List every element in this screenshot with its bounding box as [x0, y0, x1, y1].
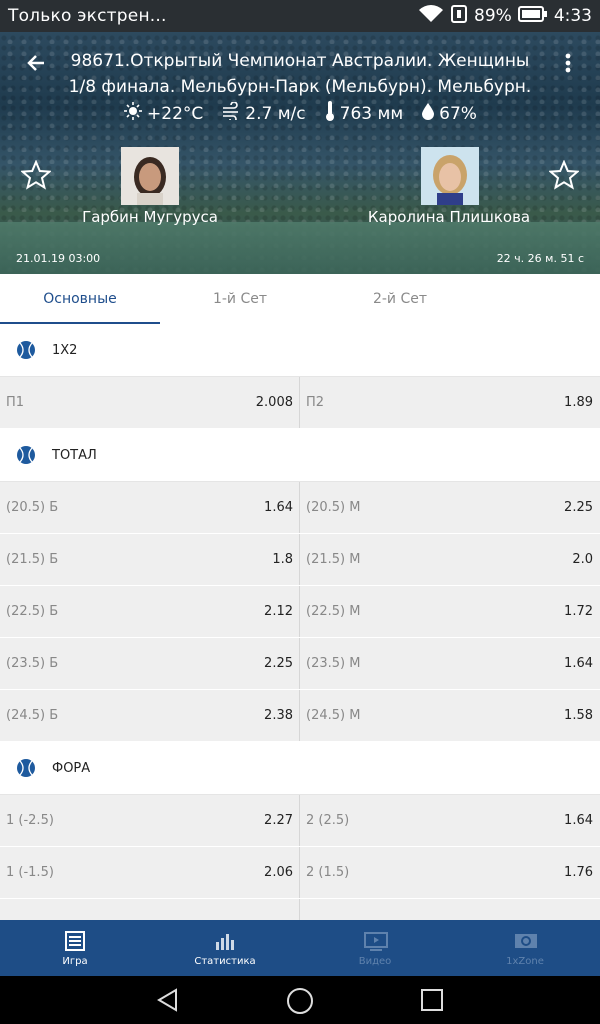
- clock: 4:33: [553, 6, 592, 26]
- odds-cell[interactable]: (23.5) Б 2.25: [0, 638, 300, 689]
- humidity: 67%: [439, 103, 477, 124]
- section-title: ФОРА: [52, 760, 91, 776]
- list-icon: [64, 930, 86, 952]
- tab-set-1[interactable]: 1-й Сет: [160, 274, 320, 324]
- odds-row: 1 (-1.5) 2.06 2 (1.5) 1.76: [0, 847, 600, 899]
- tournament-title: 98671.Открытый Чемпионат Австралии. Женщ…: [70, 51, 530, 71]
- odds-cell[interactable]: (20.5) М 2.25: [300, 482, 599, 533]
- wifi-icon: [418, 4, 444, 29]
- temperature: +22°C: [147, 103, 204, 124]
- odds-row: П1 2.008 П2 1.89: [0, 377, 600, 429]
- favorite-star-icon[interactable]: [547, 159, 581, 190]
- player1-avatar: [121, 147, 179, 205]
- odds-cell[interactable]: 1 (-2.5) 2.27: [0, 795, 300, 846]
- odds-cell[interactable]: (21.5) Б 1.8: [0, 534, 300, 585]
- court-background: [0, 222, 600, 274]
- tennis-ball-icon: [16, 340, 36, 360]
- status-bar: Только экстрен... 89% 4:33: [0, 0, 600, 32]
- odds-cell[interactable]: (23.5) М 1.64: [300, 638, 599, 689]
- pressure: 763 мм: [339, 103, 404, 124]
- section-header[interactable]: ТОТАЛ: [0, 429, 600, 482]
- odds-cell[interactable]: 2 (1.5) 1.76: [300, 847, 599, 898]
- player2-avatar: [421, 147, 479, 205]
- player2-name: Каролина Плишкова: [367, 208, 531, 226]
- bottom-navigation: Игра Статистика Видео 1xZone: [0, 920, 600, 976]
- zone-icon: [514, 930, 537, 952]
- wind-speed: 2.7 м/с: [245, 103, 306, 124]
- tennis-ball-icon: [16, 758, 36, 778]
- odds-row: [0, 899, 600, 920]
- battery-percent: 89%: [474, 6, 512, 26]
- section-header[interactable]: 1X2: [0, 324, 600, 377]
- odds-row: (23.5) Б 2.25 (23.5) М 1.64: [0, 638, 600, 690]
- more-menu-icon[interactable]: [556, 48, 580, 78]
- back-triangle-icon[interactable]: [156, 988, 180, 1016]
- odds-row: (24.5) Б 2.38 (24.5) М 1.58: [0, 690, 600, 742]
- tennis-ball-icon: [16, 445, 36, 465]
- nav-label: Статистика: [194, 955, 256, 967]
- thermometer-icon: [324, 100, 336, 127]
- battery-icon: [517, 5, 548, 28]
- system-navigation-bar: [0, 976, 600, 1024]
- notification-text: Только экстрен...: [8, 6, 167, 26]
- odds-cell[interactable]: [0, 899, 300, 920]
- countdown-timer: 22 ч. 26 м. 51 с: [496, 252, 584, 265]
- match-date: 21.01.19 03:00: [16, 252, 101, 265]
- nav-item-statistics[interactable]: Статистика: [150, 920, 300, 976]
- odds-cell[interactable]: (21.5) М 2.0: [300, 534, 599, 585]
- market-tabs: Основные 1-й Сет 2-й Сет: [0, 274, 600, 325]
- back-arrow-icon[interactable]: [22, 48, 52, 78]
- video-icon: [364, 930, 388, 952]
- odds-cell[interactable]: П2 1.89: [300, 377, 599, 428]
- odds-cell[interactable]: (20.5) Б 1.64: [0, 482, 300, 533]
- odds-row: (20.5) Б 1.64 (20.5) М 2.25: [0, 482, 600, 534]
- section-title: 1X2: [52, 342, 78, 358]
- match-header: 98671.Открытый Чемпионат Австралии. Женщ…: [0, 32, 600, 274]
- bar-chart-icon: [214, 930, 236, 952]
- droplet-icon: [421, 102, 435, 125]
- home-circle-icon[interactable]: [286, 987, 314, 1019]
- nav-item-video[interactable]: Видео: [300, 920, 450, 976]
- odds-cell[interactable]: (22.5) Б 2.12: [0, 586, 300, 637]
- odds-row: 1 (-2.5) 2.27 2 (2.5) 1.64: [0, 795, 600, 847]
- sun-icon: [123, 101, 143, 126]
- section-title: ТОТАЛ: [52, 447, 97, 463]
- odds-cell[interactable]: 2 (2.5) 1.64: [300, 795, 599, 846]
- nav-label: 1xZone: [506, 955, 544, 967]
- tab-set-2[interactable]: 2-й Сет: [320, 274, 480, 324]
- nav-label: Игра: [62, 955, 88, 967]
- odds-cell[interactable]: [300, 899, 599, 920]
- nav-item-game[interactable]: Игра: [0, 920, 150, 976]
- odds-row: (21.5) Б 1.8 (21.5) М 2.0: [0, 534, 600, 586]
- nav-label: Видео: [358, 955, 392, 967]
- odds-cell[interactable]: 1 (-1.5) 2.06: [0, 847, 300, 898]
- favorite-star-icon[interactable]: [19, 159, 53, 190]
- section-header[interactable]: ФОРА: [0, 742, 600, 795]
- odds-cell[interactable]: (24.5) М 1.58: [300, 690, 599, 741]
- odds-row: (22.5) Б 2.12 (22.5) М 1.72: [0, 586, 600, 638]
- tab-main[interactable]: Основные: [0, 274, 160, 324]
- weather-info: +22°C 2.7 м/с 763 мм 67%: [0, 100, 600, 127]
- wind-icon: [221, 101, 241, 125]
- odds-list: 1X2 П1 2.008 П2 1.89 ТОТАЛ (20.5) Б 1.64 (2…: [0, 324, 600, 920]
- odds-cell[interactable]: П1 2.008: [0, 377, 300, 428]
- recents-square-icon[interactable]: [421, 989, 443, 1015]
- player1-name: Гарбин Мугуруса: [82, 208, 218, 226]
- round-location: 1/8 финала. Мельбурн-Парк (Мельбурн). Ме…: [68, 77, 532, 97]
- nav-item-1xzone[interactable]: 1xZone: [450, 920, 600, 976]
- odds-cell[interactable]: (24.5) Б 2.38: [0, 690, 300, 741]
- sim-icon: [450, 4, 468, 29]
- odds-cell[interactable]: (22.5) М 1.72: [300, 586, 599, 637]
